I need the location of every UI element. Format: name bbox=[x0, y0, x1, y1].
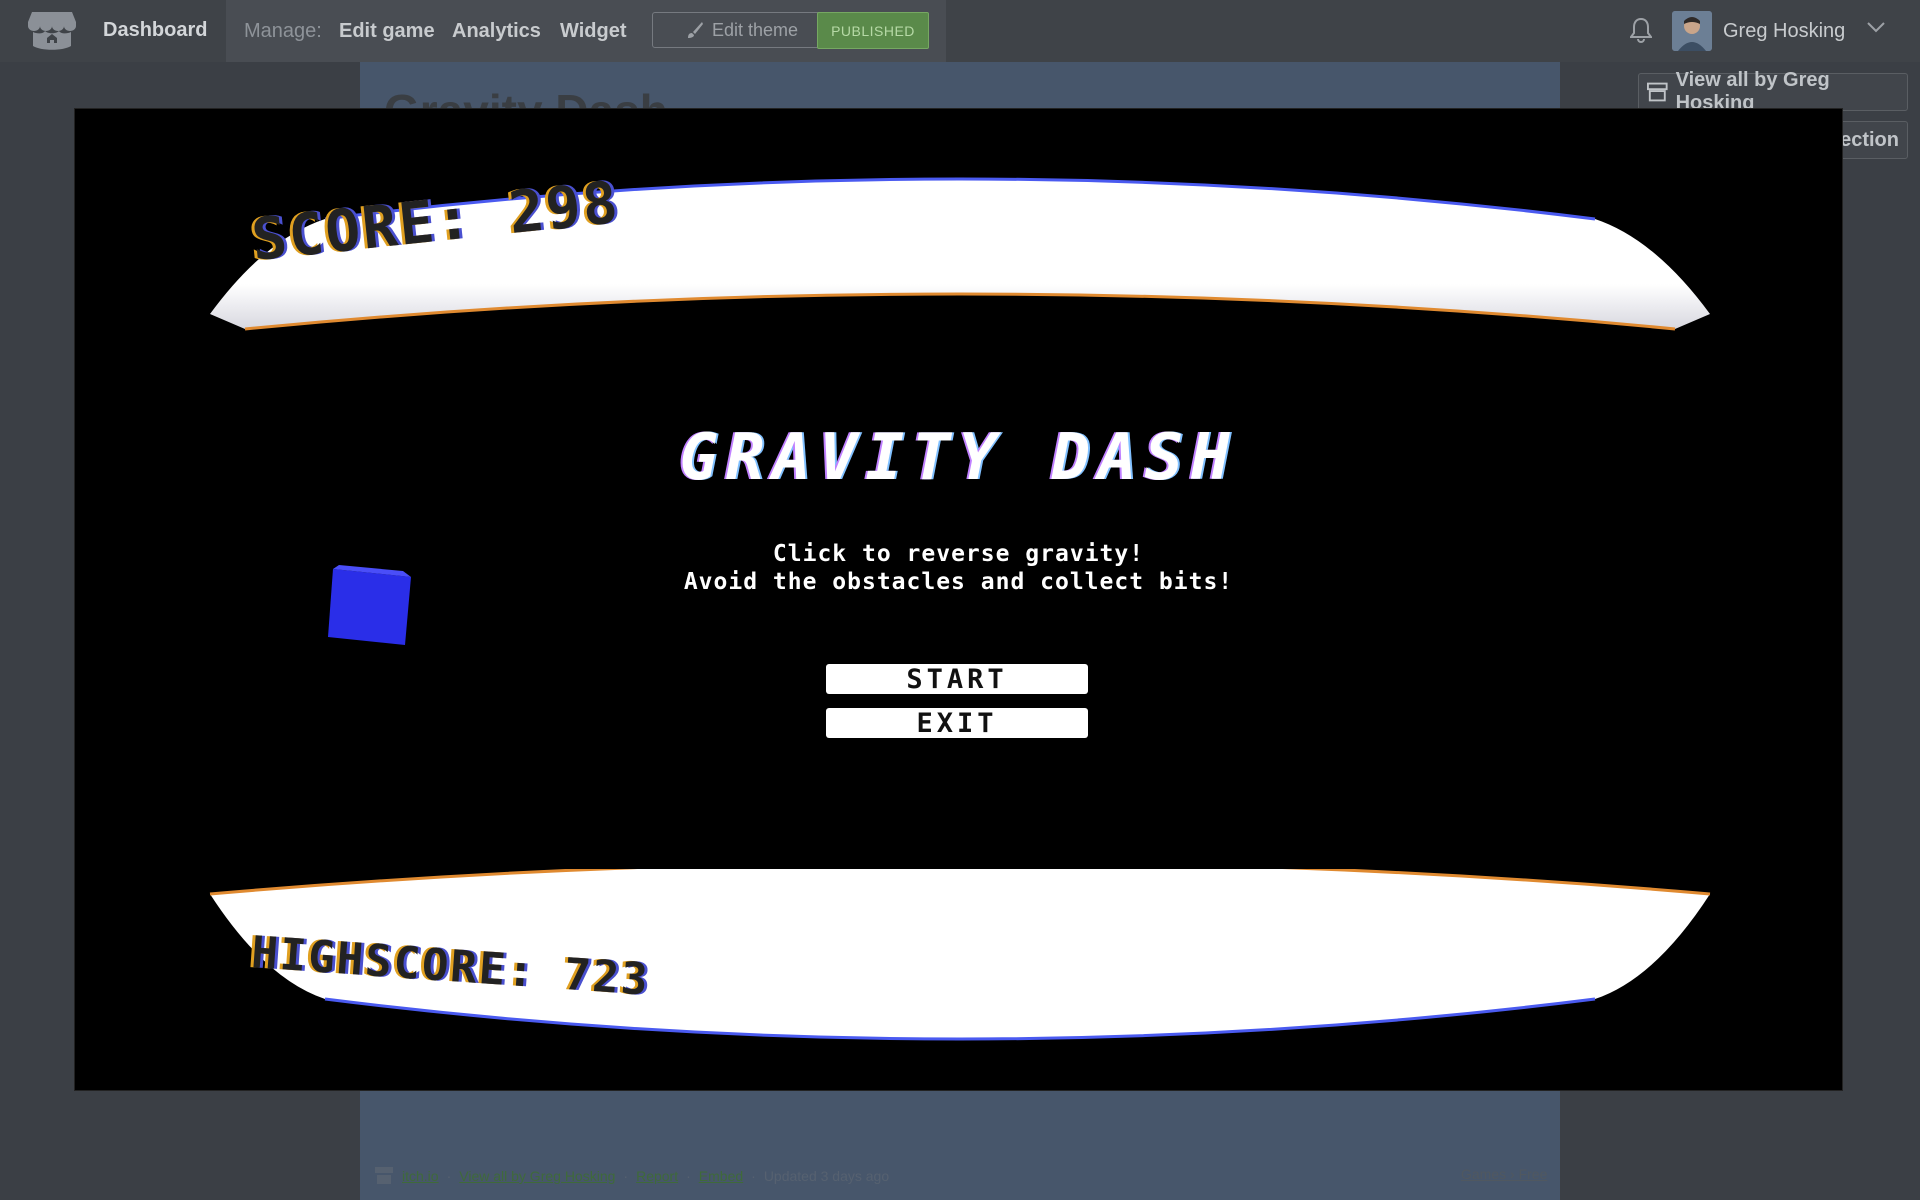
bell-icon[interactable] bbox=[1630, 17, 1652, 43]
edit-theme-label: Edit theme bbox=[711, 19, 799, 40]
itchio-small-icon bbox=[1647, 82, 1668, 102]
avatar[interactable] bbox=[1672, 11, 1712, 51]
chevron-down-icon[interactable] bbox=[1866, 20, 1886, 34]
player-cube bbox=[328, 565, 411, 645]
footer-updated: Updated 3 days ago bbox=[763, 1168, 890, 1184]
footer-separator: · bbox=[686, 1168, 691, 1184]
itchio-small-icon bbox=[375, 1167, 393, 1184]
game-canvas[interactable]: SCORE: 298 HIGHSCORE: 723 GRAVITY DASH C… bbox=[75, 109, 1842, 1090]
page-footer: itch.io · View all by Greg Hosking · Rep… bbox=[374, 1166, 889, 1186]
dashboard-link[interactable]: Dashboard bbox=[103, 19, 207, 42]
footer-report-link[interactable]: Report bbox=[636, 1168, 678, 1184]
view-all-button[interactable]: View all by Greg Hosking bbox=[1638, 69, 1908, 114]
itchio-logo-icon[interactable] bbox=[28, 10, 76, 52]
logo-area: Dashboard bbox=[0, 0, 226, 62]
top-navigation-bar: Dashboard Manage: Edit game Analytics Wi… bbox=[0, 0, 1920, 62]
edit-game-link[interactable]: Edit game bbox=[339, 20, 435, 43]
published-badge[interactable]: PUBLISHED bbox=[817, 12, 929, 49]
collection-label: ection bbox=[1840, 128, 1899, 151]
manage-label: Manage: bbox=[244, 20, 322, 42]
footer-embed-link[interactable]: Embed bbox=[699, 1168, 743, 1184]
avatar-image bbox=[1672, 11, 1712, 51]
footer-itchio-link[interactable]: itch.io bbox=[402, 1168, 439, 1184]
footer-breadcrumb[interactable]: Games › Free bbox=[1461, 1166, 1547, 1182]
analytics-link[interactable]: Analytics bbox=[452, 20, 541, 43]
footer-view-all-link[interactable]: View all by Greg Hosking bbox=[459, 1168, 615, 1184]
widget-link[interactable]: Widget bbox=[560, 20, 626, 43]
game-title: GRAVITY DASH bbox=[679, 421, 1238, 495]
edit-theme-button[interactable]: Edit theme bbox=[652, 12, 832, 48]
exit-button[interactable]: EXIT bbox=[826, 708, 1088, 739]
footer-separator: · bbox=[623, 1168, 629, 1184]
username[interactable]: Greg Hosking bbox=[1723, 20, 1845, 43]
footer-separator: · bbox=[446, 1168, 452, 1184]
footer-separator: · bbox=[751, 1168, 756, 1184]
brush-icon bbox=[687, 22, 703, 38]
start-button[interactable]: START bbox=[826, 664, 1088, 695]
